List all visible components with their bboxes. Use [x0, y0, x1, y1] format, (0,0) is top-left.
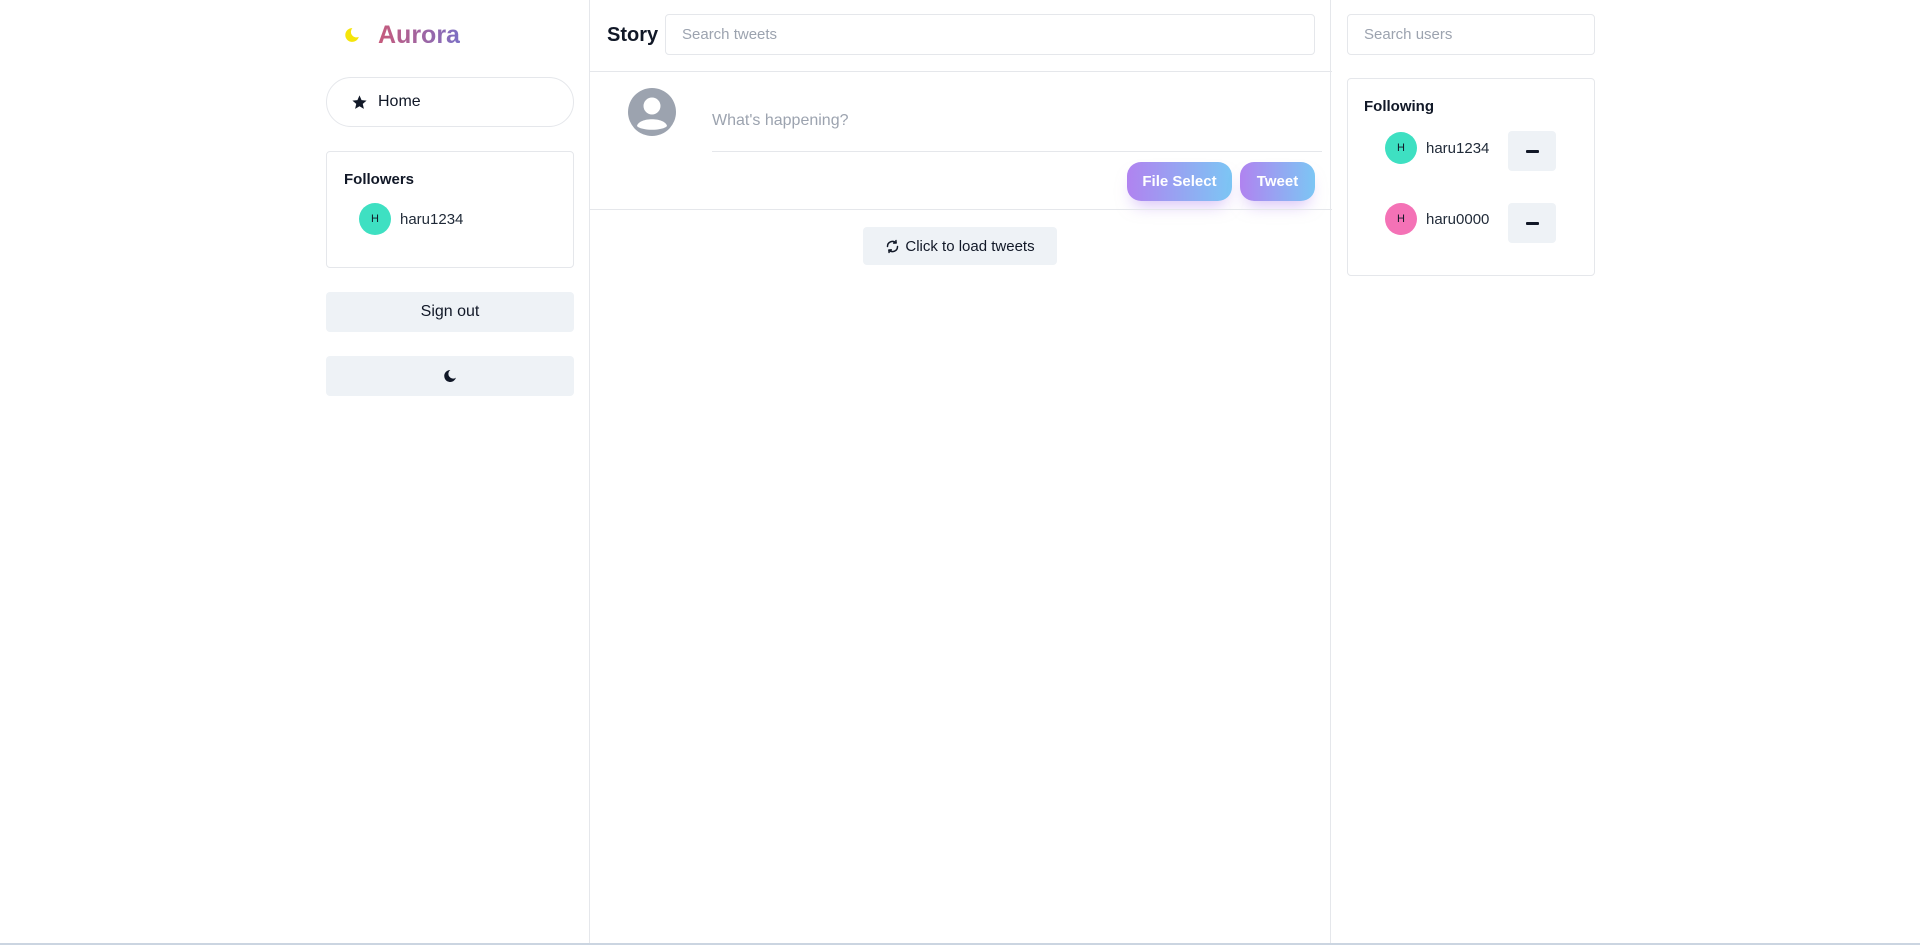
moon-logo-icon — [345, 28, 359, 42]
moon-icon — [444, 369, 456, 382]
tweet-button[interactable]: Tweet — [1240, 162, 1315, 201]
follower-username: haru1234 — [400, 210, 464, 228]
sign-out-button[interactable]: Sign out — [326, 292, 574, 332]
story-column: Story File Select Tweet Click to load tw… — [589, 0, 1332, 944]
brand-title: Aurora — [378, 20, 460, 49]
file-select-button[interactable]: File Select — [1127, 162, 1232, 201]
minus-icon — [1525, 221, 1539, 225]
divider — [590, 71, 1332, 72]
theme-toggle-button[interactable] — [326, 356, 574, 396]
avatar: H — [359, 203, 391, 235]
compose-input[interactable] — [712, 86, 1322, 152]
avatar: H — [1385, 132, 1417, 164]
search-users-input[interactable] — [1347, 14, 1595, 55]
divider — [590, 209, 1332, 210]
load-tweets-label: Click to load tweets — [905, 237, 1035, 255]
brand[interactable]: Aurora — [340, 18, 460, 52]
unfollow-button[interactable] — [1508, 131, 1556, 171]
home-label: Home — [378, 93, 421, 110]
sign-out-label: Sign out — [420, 303, 480, 320]
unfollow-button[interactable] — [1508, 203, 1556, 243]
minus-icon — [1525, 149, 1539, 153]
followers-card: Followers H haru1234 — [326, 151, 574, 268]
home-nav-button[interactable]: Home — [326, 77, 574, 127]
follower-item[interactable]: H haru1234 — [359, 203, 463, 235]
search-tweets-input[interactable] — [665, 14, 1315, 55]
following-title: Following — [1364, 98, 1434, 115]
refresh-icon — [887, 239, 899, 253]
following-username: haru0000 — [1426, 210, 1490, 228]
following-item[interactable]: H haru0000 — [1385, 203, 1489, 235]
default-avatar-icon — [628, 88, 676, 136]
star-icon — [352, 94, 367, 109]
following-card: Following H haru1234 H haru0000 — [1347, 78, 1595, 276]
page-title: Story — [607, 24, 659, 46]
following-item[interactable]: H haru1234 — [1385, 132, 1489, 164]
followers-title: Followers — [344, 171, 415, 188]
following-username: haru1234 — [1426, 139, 1490, 157]
app-root: Aurora Home Followers H haru1234 Sign ou… — [0, 0, 1920, 944]
load-tweets-button[interactable]: Click to load tweets — [863, 227, 1057, 265]
avatar: H — [1385, 203, 1417, 235]
